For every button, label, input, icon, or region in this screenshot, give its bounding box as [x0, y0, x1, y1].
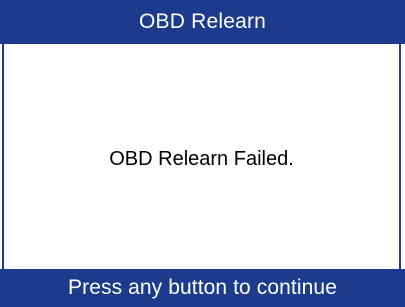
- page-title: OBD Relearn: [138, 10, 267, 33]
- title-bar: OBD Relearn: [0, 0, 405, 44]
- footer-bar[interactable]: Press any button to continue: [0, 269, 405, 307]
- obd-relearn-screen: OBD Relearn OBD Relearn Failed. Press an…: [0, 0, 405, 307]
- message-panel: OBD Relearn Failed.: [2, 44, 401, 269]
- continue-prompt: Press any button to continue: [68, 276, 337, 299]
- status-message: OBD Relearn Failed.: [109, 148, 294, 170]
